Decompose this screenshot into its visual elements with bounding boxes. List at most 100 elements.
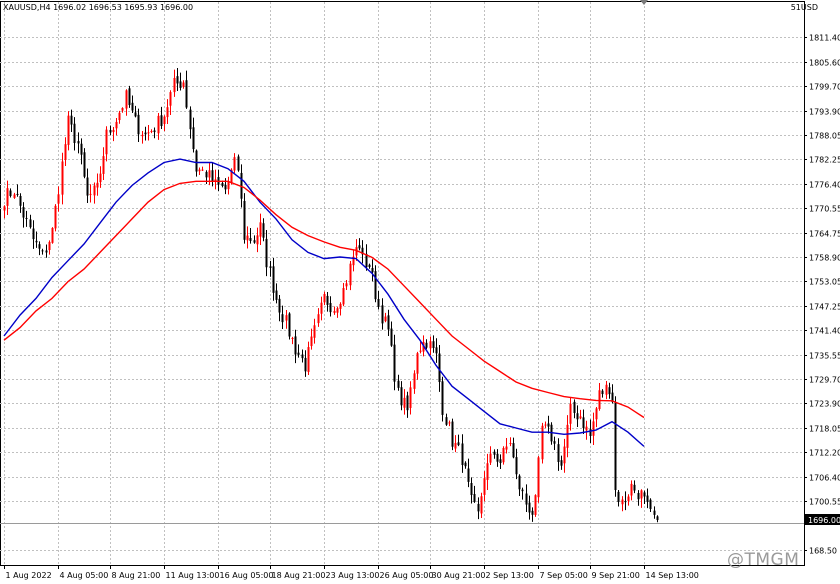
candle-bear <box>649 499 652 509</box>
candle-bull <box>201 169 204 171</box>
candle-bear <box>134 112 137 117</box>
candle-bull <box>112 129 115 133</box>
candle-bull <box>537 457 540 498</box>
candle-bear <box>153 130 156 133</box>
candle-bear <box>528 502 531 513</box>
chart-window[interactable]: 1811.40 1805.60 1799.70 1793.90 1788.05 1782.… <box>0 0 840 584</box>
candle-bull <box>605 384 608 395</box>
candle-bear <box>243 200 246 240</box>
candle-bear <box>211 170 214 182</box>
candle-bear <box>633 484 636 491</box>
candle-bull <box>317 314 320 324</box>
x-tick-label: 23 Aug 13:00 <box>326 571 380 580</box>
candle-bear <box>288 313 291 337</box>
candle-bull <box>3 206 6 211</box>
candle-bear <box>195 150 198 172</box>
candle-bear <box>457 442 460 446</box>
candle-bear <box>269 266 272 268</box>
chart-shift-arrow-icon[interactable] <box>640 0 648 5</box>
candle-bear <box>185 80 188 108</box>
candle-bear <box>473 493 476 502</box>
y-tick-label: 1723.90 <box>809 400 840 409</box>
candle-bear <box>464 462 467 467</box>
candle-bull <box>313 325 316 338</box>
symbol-info: XAUUSD,H4 1696.02 1696.53 1695.93 1696.0… <box>3 3 194 12</box>
candle-bear <box>397 380 400 388</box>
candle-bear <box>128 88 131 106</box>
candle-bear <box>461 443 464 466</box>
candle-bear <box>371 267 374 273</box>
candle-bear <box>70 115 73 125</box>
candle-bear <box>390 328 393 346</box>
candle-bear <box>589 429 592 437</box>
candle-bull <box>598 390 601 410</box>
candle-bull <box>409 387 412 408</box>
candle-bear <box>237 156 240 171</box>
candle-bear <box>176 76 179 84</box>
candle-bull <box>592 421 595 436</box>
candle-bear <box>205 171 208 178</box>
candle-bull <box>349 263 352 286</box>
candle-bear <box>16 193 19 195</box>
candle-bear <box>643 492 646 497</box>
candle-bull <box>67 115 70 145</box>
candle-bear <box>189 109 192 130</box>
candle-bear <box>301 354 304 359</box>
candle-bear <box>608 387 611 395</box>
candle-bear <box>297 352 300 355</box>
candle-bull <box>483 478 486 495</box>
candle-bull <box>403 397 406 408</box>
candle-bear <box>496 453 499 462</box>
candle-bear <box>329 303 332 313</box>
candle-bull <box>448 422 451 424</box>
candle-bull <box>429 341 432 349</box>
candle-bull <box>339 303 342 309</box>
candle-bull <box>285 315 288 321</box>
x-tick-label: 30 Aug 21:00 <box>432 571 486 580</box>
candle-bear <box>557 444 560 462</box>
candle-bull <box>259 222 262 237</box>
candle-bull <box>627 496 630 501</box>
candle-bull <box>57 194 60 204</box>
candle-bear <box>445 417 448 425</box>
candle-bear <box>521 489 524 492</box>
candle-bear <box>400 387 403 406</box>
candle-bear <box>525 493 528 505</box>
candle-bull <box>169 92 172 106</box>
candle-bear <box>281 314 284 323</box>
candle-bear <box>109 129 112 133</box>
candle-bull <box>336 308 339 313</box>
candle-bull <box>115 121 118 129</box>
x-tick-label: 2 Sep 13:00 <box>486 571 534 580</box>
x-tick-label: 4 Aug 05:00 <box>60 571 109 580</box>
candle-bull <box>333 310 336 313</box>
candle-bear <box>387 315 390 330</box>
candle-bull <box>102 156 105 174</box>
candle-bull <box>413 373 416 389</box>
chart-canvas[interactable]: 1811.40 1805.60 1799.70 1793.90 1788.05 1782.… <box>0 0 840 584</box>
current-price-label: 1696.00 <box>808 516 840 525</box>
y-tick-label: 1764.75 <box>809 230 840 239</box>
candle-bull <box>233 157 236 171</box>
candle-bull <box>509 443 512 445</box>
candle-bull <box>544 424 547 426</box>
y-tick-label: 1753.05 <box>809 278 840 287</box>
candle-bull <box>480 496 483 514</box>
y-tick-label: 1700.55 <box>809 498 840 507</box>
candle-bear <box>192 127 195 150</box>
candle-bull <box>256 235 259 245</box>
candle-bull <box>320 302 323 314</box>
candle-bear <box>656 516 659 520</box>
candle-bear <box>86 177 89 196</box>
candle-bear <box>432 341 435 348</box>
candle-bull <box>61 161 64 195</box>
candle-bear <box>438 353 441 383</box>
candle-bull <box>173 77 176 93</box>
candle-bear <box>493 451 496 455</box>
candle-bull <box>93 185 96 196</box>
candle-bear <box>515 457 518 475</box>
candle-bear <box>653 510 656 515</box>
x-tick-label: 8 Aug 21:00 <box>112 571 161 580</box>
candle-bear <box>253 240 256 243</box>
candle-bear <box>582 417 585 429</box>
